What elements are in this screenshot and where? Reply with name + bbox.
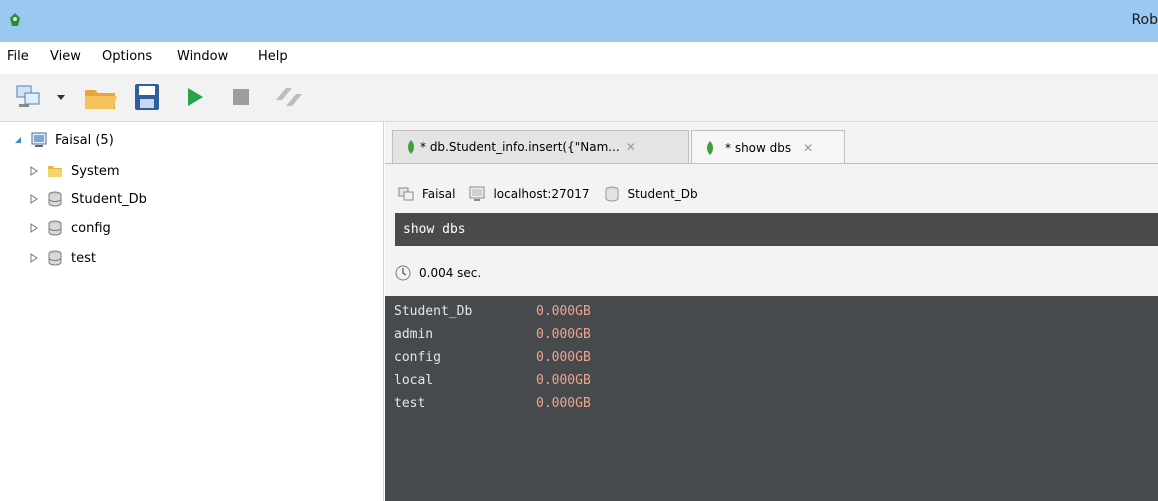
host-address: localhost:27017 bbox=[493, 187, 590, 201]
connection-host: localhost:27017 bbox=[469, 186, 590, 202]
menu-bar: File View Options Window Help bbox=[0, 42, 1158, 74]
database-name: Student_Db bbox=[627, 187, 698, 201]
db-size: 0.000GB bbox=[536, 304, 591, 319]
server-icon bbox=[398, 187, 414, 201]
result-row: local 0.000GB bbox=[394, 373, 591, 393]
connection-server: Faisal bbox=[398, 186, 455, 202]
execution-time: 0.004 sec. bbox=[419, 266, 482, 280]
database-tree: Faisal (5) System Student_Db config test bbox=[0, 122, 384, 501]
tab-label: * show dbs bbox=[725, 140, 792, 155]
tree-item-student-db[interactable]: Student_Db bbox=[29, 188, 147, 210]
db-name: test bbox=[394, 396, 426, 411]
db-name: Student_Db bbox=[394, 304, 473, 319]
monitor-icon bbox=[469, 186, 485, 201]
save-icon[interactable] bbox=[132, 82, 162, 112]
tab-bar-divider bbox=[385, 163, 1158, 164]
result-row: test 0.000GB bbox=[394, 396, 591, 416]
db-size: 0.000GB bbox=[536, 327, 591, 342]
run-icon[interactable] bbox=[183, 82, 207, 112]
tree-item-test[interactable]: test bbox=[29, 247, 96, 269]
tree-item-label: test bbox=[71, 250, 96, 266]
menu-options[interactable]: Options bbox=[102, 49, 152, 64]
tree-item-label: Student_Db bbox=[71, 191, 147, 207]
format-icon[interactable] bbox=[270, 82, 310, 112]
clock-icon bbox=[395, 265, 411, 281]
execution-status: 0.004 sec. bbox=[395, 262, 481, 284]
result-row: config 0.000GB bbox=[394, 350, 591, 370]
tab-label: * db.Student_info.insert({"Nam... bbox=[420, 140, 620, 154]
stop-icon[interactable] bbox=[230, 82, 252, 112]
db-size: 0.000GB bbox=[536, 350, 591, 365]
open-folder-icon[interactable] bbox=[83, 82, 119, 112]
tree-item-label: config bbox=[71, 220, 111, 236]
toolbar bbox=[0, 74, 1158, 122]
robo3t-logo-icon bbox=[10, 13, 20, 26]
menu-window[interactable]: Window bbox=[177, 49, 228, 64]
tree-item-system[interactable]: System bbox=[29, 160, 119, 182]
collapsed-arrow-icon[interactable] bbox=[29, 166, 39, 176]
result-row: admin 0.000GB bbox=[394, 327, 591, 347]
tree-item-config[interactable]: config bbox=[29, 217, 111, 239]
connect-icon[interactable] bbox=[14, 82, 44, 112]
server-name: Faisal bbox=[422, 187, 456, 201]
query-editor[interactable] bbox=[395, 213, 1158, 246]
dropdown-arrow-icon[interactable] bbox=[55, 82, 67, 112]
db-name: admin bbox=[394, 327, 434, 342]
tab-insert-query[interactable]: * db.Student_info.insert({"Nam... ✕ bbox=[392, 130, 689, 163]
collapsed-arrow-icon[interactable] bbox=[29, 194, 39, 204]
database-icon bbox=[48, 250, 62, 266]
mongodb-leaf-icon bbox=[707, 140, 713, 155]
menu-file[interactable]: File bbox=[7, 49, 29, 64]
result-row: Student_Db 0.000GB bbox=[394, 304, 591, 324]
tree-item-label: Faisal (5) bbox=[55, 132, 114, 148]
collapsed-arrow-icon[interactable] bbox=[29, 223, 39, 233]
db-name: config bbox=[394, 350, 441, 365]
database-icon bbox=[48, 220, 62, 236]
collapsed-arrow-icon[interactable] bbox=[29, 253, 39, 263]
query-pane: * db.Student_info.insert({"Nam... ✕ * sh… bbox=[385, 122, 1158, 501]
expanded-arrow-icon[interactable] bbox=[13, 135, 23, 145]
mongodb-leaf-icon bbox=[408, 140, 414, 154]
tree-item-label: System bbox=[71, 163, 120, 179]
connection-database: Student_Db bbox=[604, 186, 698, 202]
close-icon[interactable]: ✕ bbox=[803, 141, 813, 155]
close-icon[interactable]: ✕ bbox=[626, 140, 636, 154]
tree-item-server[interactable]: Faisal (5) bbox=[13, 129, 114, 151]
window-title: Rob bbox=[1131, 12, 1158, 28]
db-name: local bbox=[394, 373, 434, 388]
results-output[interactable]: Student_Db 0.000GB admin 0.000GB config … bbox=[385, 296, 1158, 501]
title-bar: Rob bbox=[0, 0, 1158, 42]
database-icon bbox=[48, 191, 62, 207]
database-icon bbox=[605, 186, 619, 202]
connection-bar: Faisal localhost:27017 Student_Db bbox=[385, 176, 1158, 212]
folder-icon bbox=[48, 166, 62, 177]
tab-show-dbs[interactable]: * show dbs ✕ bbox=[691, 130, 845, 164]
menu-view[interactable]: View bbox=[50, 49, 81, 64]
db-size: 0.000GB bbox=[536, 373, 591, 388]
menu-help[interactable]: Help bbox=[258, 49, 288, 64]
db-size: 0.000GB bbox=[536, 396, 591, 411]
server-icon bbox=[31, 132, 47, 147]
